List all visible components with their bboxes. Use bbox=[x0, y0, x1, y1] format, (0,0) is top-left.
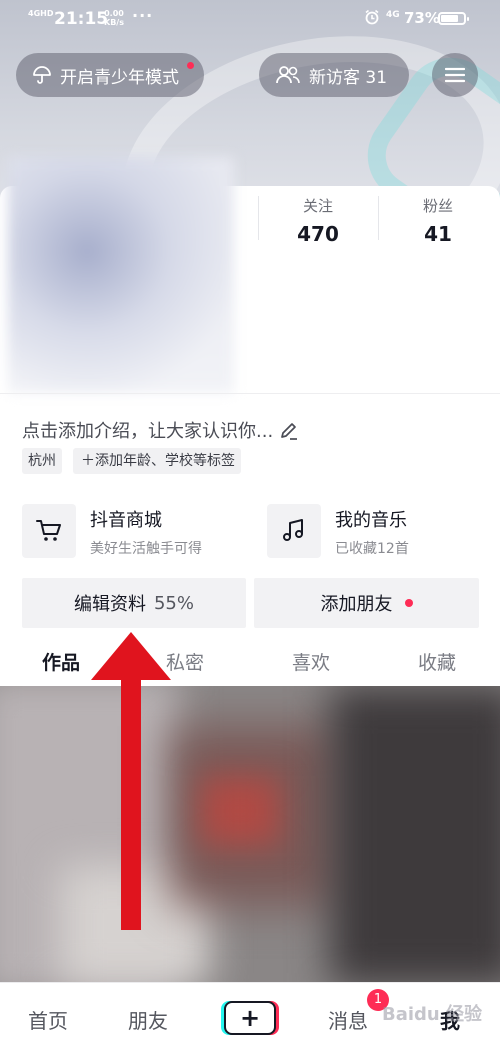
notification-dot bbox=[187, 62, 194, 69]
plus-icon: + bbox=[239, 1004, 261, 1032]
edit-profile-button[interactable]: 编辑资料 55% bbox=[22, 578, 246, 628]
add-friend-label: 添加朋友 bbox=[320, 594, 393, 615]
umbrella-icon bbox=[33, 66, 51, 84]
create-video-button[interactable]: + bbox=[224, 1001, 276, 1035]
plus-icon: ＋ bbox=[81, 453, 95, 469]
network-indicator: 4GHD bbox=[28, 9, 54, 18]
avatar-blurred[interactable] bbox=[8, 157, 234, 393]
alarm-icon bbox=[365, 9, 379, 25]
blurred-thumbnail bbox=[330, 686, 500, 982]
nav-friends[interactable]: 朋友 bbox=[128, 1005, 168, 1034]
tab-private[interactable]: 私密 bbox=[166, 648, 204, 675]
following-count: 470 bbox=[297, 222, 339, 246]
tab-favorites[interactable]: 收藏 bbox=[418, 648, 456, 675]
users-icon bbox=[276, 66, 300, 84]
battery-percent: 73% bbox=[404, 9, 440, 27]
add-friend-button[interactable]: 添加朋友 bbox=[254, 578, 479, 628]
shopping-cart-icon bbox=[22, 504, 76, 558]
profile-stats: 关注 470 粉丝 41 bbox=[258, 195, 500, 246]
profile-tabs: 作品 私密 喜欢 收藏 bbox=[0, 648, 500, 682]
tab-likes[interactable]: 喜欢 bbox=[292, 648, 330, 675]
profile-completion-percent: 55% bbox=[153, 592, 194, 614]
watermark: Baidu 经验 bbox=[382, 1004, 483, 1025]
bio-field[interactable]: 点击添加介绍，让大家认识你... bbox=[22, 417, 299, 443]
following-label: 关注 bbox=[302, 197, 333, 215]
tag-location[interactable]: 杭州 bbox=[22, 448, 62, 474]
hamburger-menu-icon bbox=[445, 67, 465, 83]
music-subtitle: 已收藏12首 bbox=[335, 541, 409, 557]
network-speed: 0.00 KB/s bbox=[104, 9, 124, 27]
bio-placeholder: 点击添加介绍，让大家认识你... bbox=[22, 421, 274, 442]
edit-profile-label: 编辑资料 bbox=[73, 594, 146, 615]
menu-button[interactable] bbox=[432, 53, 478, 97]
music-title: 我的音乐 bbox=[335, 510, 407, 531]
douyin-mall-entry[interactable]: 抖音商城 美好生活触手可得 bbox=[22, 502, 242, 560]
new-visitors-label: 新访客 31 bbox=[309, 67, 388, 88]
more-notifications-icon: ··· bbox=[132, 6, 154, 25]
works-grid-blurred[interactable] bbox=[0, 686, 500, 982]
teen-mode-label: 开启青少年模式 bbox=[60, 67, 179, 88]
network-speed-value: 0.00 bbox=[104, 9, 124, 18]
network-speed-unit: KB/s bbox=[104, 18, 124, 27]
pencil-icon bbox=[281, 423, 298, 440]
fans-count: 41 bbox=[424, 222, 452, 246]
music-note-icon bbox=[267, 504, 321, 558]
fans-label: 粉丝 bbox=[422, 197, 453, 215]
battery-icon bbox=[438, 12, 469, 25]
tab-works[interactable]: 作品 bbox=[42, 648, 80, 675]
nav-home[interactable]: 首页 bbox=[28, 1005, 68, 1034]
following-stat[interactable]: 关注 470 bbox=[258, 195, 378, 246]
cellular-icon: 4G bbox=[386, 10, 400, 20]
notification-dot bbox=[404, 599, 413, 607]
mall-title: 抖音商城 bbox=[90, 510, 162, 531]
teen-mode-button[interactable]: 开启青少年模式 bbox=[16, 53, 204, 97]
my-music-entry[interactable]: 我的音乐 已收藏12首 bbox=[267, 502, 487, 560]
status-bar: 4GHD 21:15 0.00 KB/s ··· 4G 73% bbox=[0, 0, 500, 38]
add-tag-label: 添加年龄、学校等标签 bbox=[95, 453, 235, 469]
blurred-thumbnail bbox=[200, 776, 280, 846]
nav-messages[interactable]: 消息 bbox=[328, 1005, 368, 1034]
clock: 21:15 bbox=[54, 9, 109, 29]
fans-stat[interactable]: 粉丝 41 bbox=[378, 195, 498, 246]
mall-subtitle: 美好生活触手可得 bbox=[90, 541, 202, 557]
new-visitors-button[interactable]: 新访客 31 bbox=[259, 53, 409, 97]
divider bbox=[0, 393, 500, 394]
add-tag-button[interactable]: ＋添加年龄、学校等标签 bbox=[73, 448, 241, 474]
